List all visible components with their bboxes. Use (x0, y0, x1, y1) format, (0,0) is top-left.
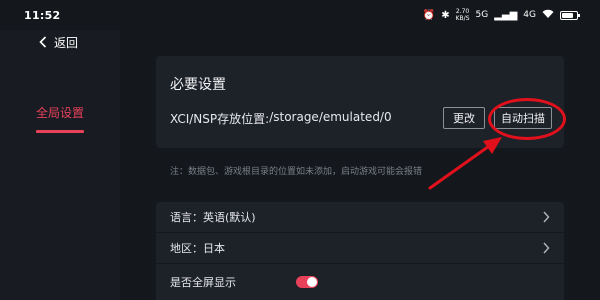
change-path-button[interactable]: 更改 (443, 107, 485, 129)
battery-icon (560, 10, 580, 20)
chevron-left-icon (39, 36, 47, 48)
storage-path-value: /storage/emulated/0 (269, 110, 392, 124)
network-speed: 2.70 KB/S (456, 8, 470, 22)
annotation-arrow (428, 137, 502, 190)
status-icons: ⏰ ✱ 2.70 KB/S 5G ▂▄▆ 4G (422, 8, 580, 22)
storage-path-label: XCI/NSP存放位置: (170, 112, 270, 126)
net-speed-value: 2.70 (455, 8, 470, 15)
section-title: 必要设置 (170, 77, 226, 93)
language-label: 语言：英语(默认) (170, 211, 256, 224)
main-panel: 必要设置 XCI/NSP存放位置: /storage/emulated/0 更改… (120, 30, 600, 300)
note-text: 注：数据包、游戏根目录的位置如未添加，启动游戏可能会报错 (170, 167, 423, 177)
tab-global-settings[interactable]: 全局设置 (36, 104, 86, 133)
language-setting[interactable]: 语言：英语(默认) (156, 202, 564, 232)
region-label: 地区：日本 (170, 242, 225, 255)
cell-signal-icon: ▂▄▆ (494, 9, 518, 21)
fullscreen-toggle[interactable] (296, 276, 318, 288)
tab-global-settings-label: 全局设置 (36, 106, 85, 120)
fullscreen-setting: 是否全屏显示 (156, 264, 564, 300)
active-tab-indicator (36, 130, 84, 133)
alarm-icon: ⏰ (422, 9, 436, 21)
net-speed-unit: KB/S (455, 15, 470, 22)
fullscreen-label: 是否全屏显示 (170, 276, 236, 289)
back-button[interactable]: 返回 (38, 32, 78, 52)
bluetooth-icon: ✱ (441, 9, 450, 21)
chevron-right-icon (543, 211, 550, 223)
wifi-icon (542, 9, 554, 22)
status-bar: 11:52 ⏰ ✱ 2.70 KB/S 5G ▂▄▆ 4G (0, 0, 600, 30)
region-setting[interactable]: 地区：日本 (156, 233, 564, 263)
status-time: 11:52 (24, 8, 61, 22)
toggle-knob (307, 277, 317, 287)
sidebar: 返回 全局设置 (0, 30, 120, 300)
signal-label-5g: 5G (475, 10, 489, 20)
storage-path-row: XCI/NSP存放位置: /storage/emulated/0 (170, 110, 392, 127)
back-label: 返回 (54, 35, 79, 50)
chevron-right-icon (543, 242, 550, 254)
signal-label-4g: 4G (523, 10, 536, 20)
